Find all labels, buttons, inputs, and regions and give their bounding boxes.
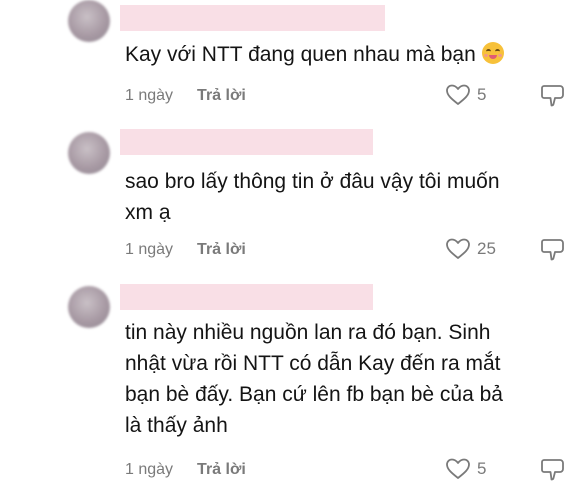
- heart-icon: [446, 458, 470, 479]
- comment-text-line: Kay với NTT đang quen nhau mà bạn: [125, 39, 504, 70]
- comment-item: tin này nhiều nguồn lan ra đó bạn. Sinh …: [0, 280, 580, 498]
- comment-text-line: tin này nhiều nguồn lan ra đó bạn. Sinh: [125, 321, 491, 344]
- comment-text-line: sao bro lấy thông tin ở đâu vậy tôi muốn: [125, 170, 500, 193]
- like-count: 25: [477, 239, 496, 258]
- avatar[interactable]: [68, 286, 110, 328]
- comment-text-line: là thấy ảnh: [125, 414, 228, 437]
- dislike-button[interactable]: [540, 83, 566, 114]
- dislike-button[interactable]: [540, 457, 566, 488]
- dislike-icon: [541, 459, 564, 481]
- like-button[interactable]: 5: [445, 83, 486, 107]
- username-redacted[interactable]: [120, 129, 373, 155]
- like-button[interactable]: 25: [445, 237, 496, 261]
- username-redacted[interactable]: [120, 284, 373, 310]
- like-count: 5: [477, 85, 487, 104]
- dislike-icon: [541, 239, 564, 261]
- comment-text-line: bạn bè đấy. Bạn cứ lên fb bạn bè của bả: [125, 383, 503, 406]
- reply-button[interactable]: Trả lời: [197, 87, 246, 105]
- comment-time: 1 ngày: [125, 87, 174, 104]
- dislike-icon: [541, 85, 564, 107]
- comment-text: Kay với NTT đang quen nhau mà bạn: [125, 39, 504, 70]
- comment-meta: 1 ngày Trả lời: [125, 87, 246, 105]
- username-redacted[interactable]: [120, 5, 385, 31]
- like-count: 5: [477, 459, 487, 478]
- comment-text: tin này nhiều nguồn lan ra đó bạn. Sinh …: [125, 317, 503, 441]
- comment-time: 1 ngày: [125, 241, 174, 258]
- comment-text-line: xm ạ: [125, 201, 171, 224]
- reply-button[interactable]: Trả lời: [197, 241, 246, 259]
- heart-icon: [446, 84, 470, 105]
- comment-item: Kay với NTT đang quen nhau mà bạn 1 ngày…: [0, 0, 580, 120]
- comment-meta: 1 ngày Trả lời: [125, 241, 246, 259]
- comment-time: 1 ngày: [125, 461, 174, 478]
- comment-meta: 1 ngày Trả lời: [125, 461, 246, 479]
- smiling-face-icon: [481, 42, 504, 64]
- reply-button[interactable]: Trả lời: [197, 461, 246, 479]
- comment-text: sao bro lấy thông tin ở đâu vậy tôi muốn…: [125, 166, 500, 228]
- heart-icon: [446, 238, 470, 259]
- avatar[interactable]: [68, 0, 110, 42]
- dislike-button[interactable]: [540, 237, 566, 268]
- comment-item: sao bro lấy thông tin ở đâu vậy tôi muốn…: [0, 120, 580, 280]
- comment-text-line: nhật vừa rồi NTT có dẫn Kay đến ra mắt: [125, 352, 501, 375]
- like-button[interactable]: 5: [445, 457, 486, 481]
- avatar[interactable]: [68, 132, 110, 174]
